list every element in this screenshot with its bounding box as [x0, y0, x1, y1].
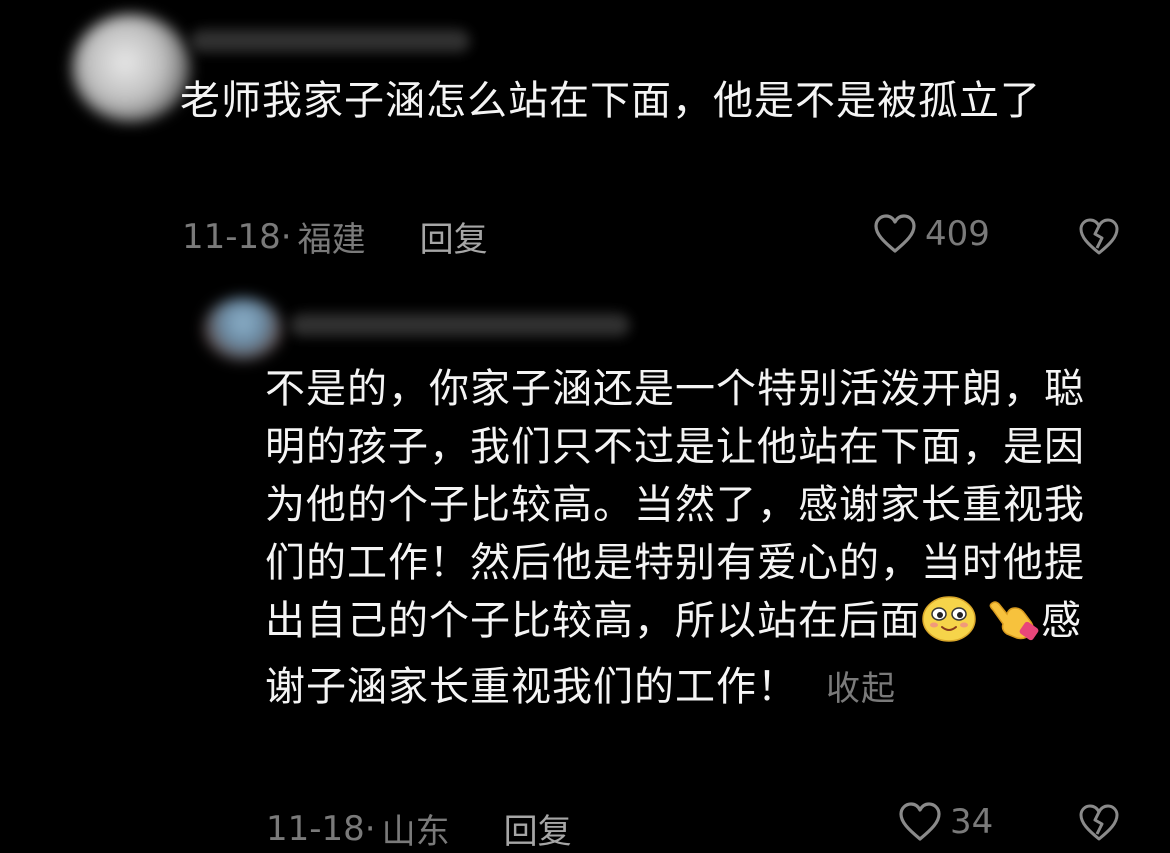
collapse-button[interactable]: 收起 — [826, 669, 896, 709]
comment-top: 老师我家子涵怎么站在下面，他是不是被孤立了 11-18 · 福建 回复 409 — [0, 0, 1170, 280]
like-count: 409 — [925, 214, 990, 254]
pointing-hand-emoji — [985, 594, 1041, 658]
comment-date: 11-18 — [182, 216, 281, 257]
reply-meta: 11-18 · 山东 回复 — [266, 804, 572, 853]
comment-location: 福建 — [297, 220, 366, 260]
heart-outline-icon — [899, 802, 941, 841]
smiling-face-emoji — [921, 594, 977, 658]
reply-text: 不是的，你家子涵还是一个特别活泼开朗，聪明的孩子，我们只不过是让他站在下面，是因… — [265, 360, 1095, 718]
username-redacted — [290, 314, 630, 336]
reply-button[interactable]: 回复 — [420, 212, 488, 261]
heart-outline-icon — [874, 214, 916, 253]
comment-meta: 11-18 · 福建 回复 — [182, 212, 488, 261]
dislike-button[interactable] — [1078, 218, 1120, 260]
like-count: 34 — [950, 802, 994, 842]
dislike-button[interactable] — [1078, 804, 1120, 846]
avatar[interactable] — [204, 298, 282, 360]
username-redacted — [190, 30, 470, 52]
meta-separator: · — [280, 216, 292, 257]
meta-separator: · — [364, 808, 376, 849]
broken-heart-icon — [1079, 804, 1119, 841]
comment-reply: 不是的，你家子涵还是一个特别活泼开朗，聪明的孩子，我们只不过是让他站在下面，是因… — [0, 280, 1170, 852]
comment-text: 老师我家子涵怎么站在下面，他是不是被孤立了 — [180, 78, 1041, 124]
reply-date: 11-18 — [266, 808, 365, 849]
reply-location: 山东 — [381, 812, 450, 852]
avatar[interactable] — [72, 14, 190, 122]
like-button[interactable]: 34 — [898, 802, 993, 842]
broken-heart-icon — [1079, 218, 1119, 255]
reply-button[interactable]: 回复 — [504, 804, 572, 853]
like-button[interactable]: 409 — [873, 214, 990, 254]
